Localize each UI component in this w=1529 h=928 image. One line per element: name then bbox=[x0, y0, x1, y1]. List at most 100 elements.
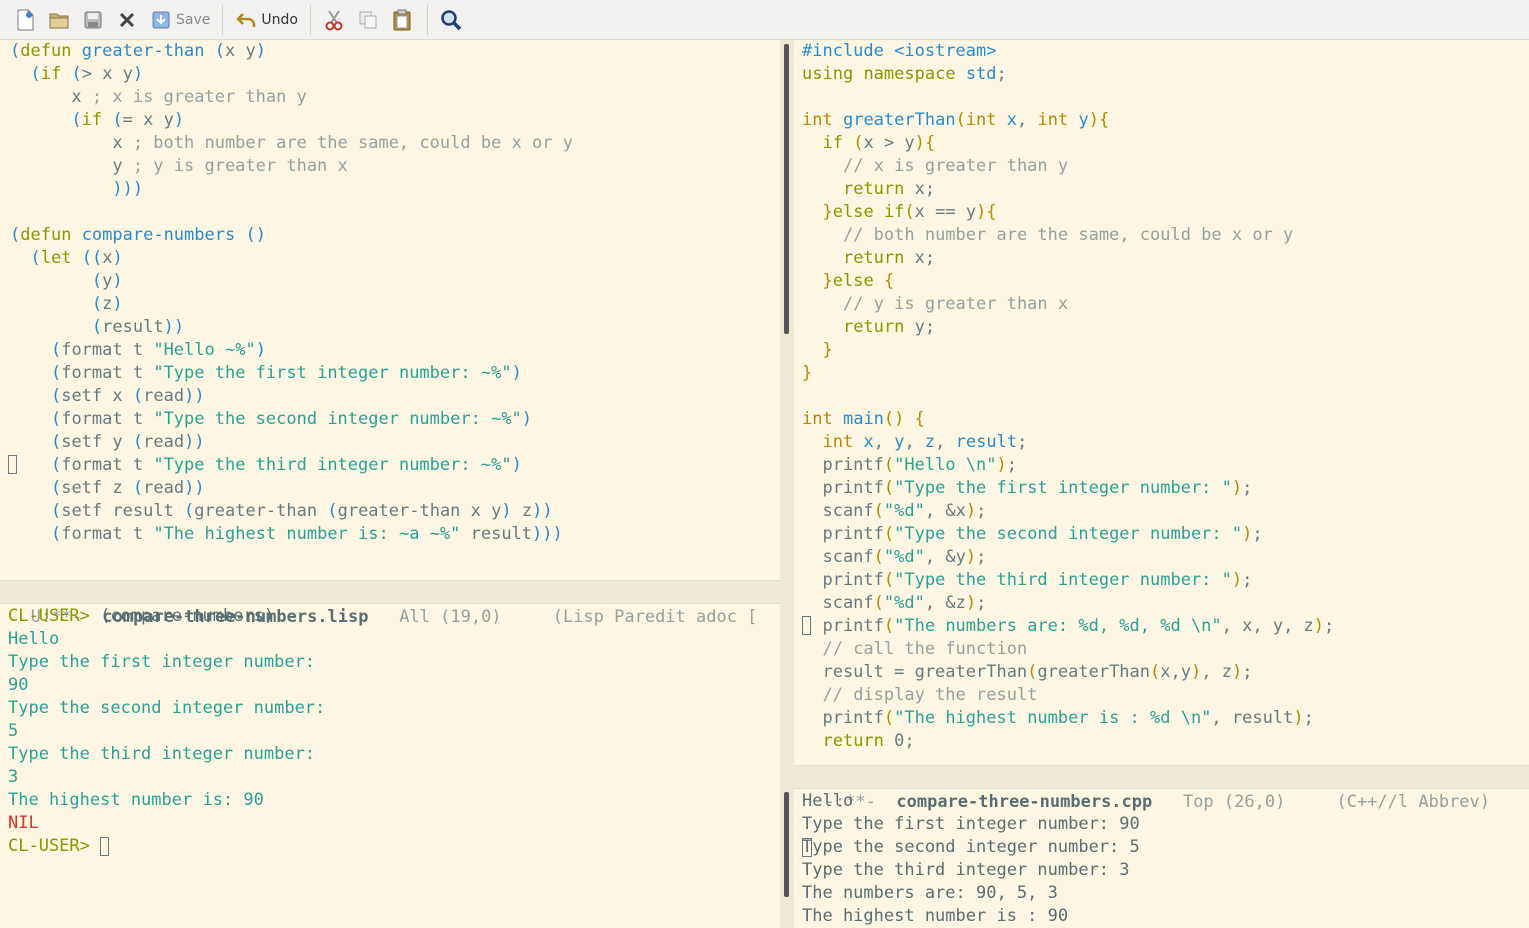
lisp-code-line: (setf y (read)) bbox=[50, 432, 205, 452]
cursor-marker bbox=[802, 838, 812, 857]
program-output-line: Type the first integer number: 90 bbox=[802, 814, 1140, 834]
lisp-code-line: (setf result (greater-than (greater-than… bbox=[50, 501, 553, 521]
cpp-code-line: }else if(x == y){ bbox=[822, 202, 997, 222]
cpp-editor-pane[interactable]: #include <iostream> using namespace std; i… bbox=[794, 40, 1529, 765]
lisp-scrollbar-thumb[interactable] bbox=[784, 44, 789, 334]
new-file-button[interactable] bbox=[12, 4, 38, 36]
cpp-code-line: printf("Type the first integer number: "… bbox=[802, 478, 1253, 498]
repl-command-line: CL-USER> (compare-numbers) bbox=[8, 605, 325, 628]
save-label: Save bbox=[176, 11, 211, 28]
lisp-code-line: (if (= x y) bbox=[71, 110, 185, 130]
lisp-code-line: (setf z (read)) bbox=[50, 478, 205, 498]
cpp-code-line: printf("The highest number is : %d \n", … bbox=[802, 708, 1314, 728]
lisp-code-line: (defun greater-than (x y) bbox=[10, 41, 266, 61]
paste-button[interactable] bbox=[389, 4, 415, 36]
lisp-code: (defun greater-than (x y) (if (> x y) x … bbox=[10, 40, 573, 546]
lisp-code-line: (defun compare-numbers () bbox=[10, 225, 266, 245]
cpp-code-line: }else { bbox=[822, 271, 895, 291]
lisp-code-line: ))) bbox=[112, 179, 144, 199]
repl-output-line: Type the second integer number: bbox=[8, 698, 326, 718]
toolbar: Save Undo bbox=[0, 0, 1529, 40]
cpp-mode-line: -:**- compare-three-numbers.cpp Top (26,… bbox=[794, 765, 1529, 812]
lisp-code-line bbox=[10, 201, 573, 224]
cpp-code-line: // display the result bbox=[822, 685, 1038, 705]
folder-icon bbox=[46, 7, 72, 33]
repl-content: CL-USER> (compare-numbers) Hello Type the… bbox=[8, 605, 325, 858]
search-icon bbox=[438, 7, 464, 33]
undo-button[interactable]: Undo bbox=[233, 4, 298, 36]
repl-output-line: Hello bbox=[8, 629, 60, 649]
cpp-code-line: using namespace std; bbox=[802, 64, 1007, 84]
lisp-editor-pane[interactable]: (defun greater-than (x y) (if (> x y) x … bbox=[0, 40, 778, 578]
cpp-code-line: scanf("%d", &z); bbox=[802, 593, 987, 613]
repl-prompt: CL-USER> bbox=[8, 606, 90, 626]
lisp-code-line: (if (> x y) bbox=[30, 64, 144, 84]
lisp-code-line: (z) bbox=[91, 294, 123, 314]
lisp-code-line: (setf x (read)) bbox=[50, 386, 205, 406]
lisp-code-line: x ; x is greater than y bbox=[10, 87, 307, 107]
repl-output-line: The highest number is: 90 bbox=[8, 790, 264, 810]
cpp-code-line: printf("Type the third integer number: "… bbox=[802, 570, 1253, 590]
cpp-code-line: // call the function bbox=[822, 639, 1028, 659]
cut-button[interactable] bbox=[321, 4, 347, 36]
repl-input-line[interactable]: CL-USER> bbox=[8, 835, 325, 858]
text-cursor bbox=[100, 836, 110, 856]
undo-label: Undo bbox=[261, 11, 298, 28]
repl-output-line: 5 bbox=[8, 721, 19, 741]
repl-output: Hello Type the first integer number: 90 Typ… bbox=[8, 628, 325, 812]
save-button[interactable]: Save bbox=[148, 4, 210, 36]
lisp-code-line: (format t "Type the second integer numbe… bbox=[50, 409, 533, 429]
lisp-code-line: (format t "Type the first integer number… bbox=[50, 363, 522, 383]
cpp-code-line: int x, y, z, result; bbox=[822, 432, 1028, 452]
repl-output-line: 3 bbox=[8, 767, 19, 787]
search-button[interactable] bbox=[438, 4, 464, 36]
lisp-code-line: (result)) bbox=[91, 317, 185, 337]
toolbar-separator bbox=[426, 4, 428, 35]
program-output-pane[interactable]: Hello Type the first integer number: 90 Ty… bbox=[794, 789, 1529, 928]
cpp-code-line: int main() { bbox=[802, 409, 925, 429]
lisp-code-line: (format t "The highest number is: ~a ~%"… bbox=[50, 524, 563, 544]
repl-pane[interactable]: CL-USER> (compare-numbers) Hello Type the… bbox=[0, 604, 778, 928]
lisp-code-line: y ; y is greater than x bbox=[10, 156, 348, 176]
cpp-code-line: } bbox=[822, 340, 833, 360]
repl-output-line: 90 bbox=[8, 675, 29, 695]
copy-button[interactable] bbox=[355, 4, 381, 36]
cpp-code-line bbox=[802, 385, 1334, 408]
cpp-code-line: } bbox=[802, 363, 813, 383]
cpp-code-line: if (x > y){ bbox=[822, 133, 936, 153]
cpp-code-line: scanf("%d", &y); bbox=[802, 547, 987, 567]
program-output-line: The numbers are: 90, 5, 3 bbox=[802, 883, 1058, 903]
program-output-line: Type the third integer number: 3 bbox=[802, 860, 1130, 880]
cpp-code-line: // y is greater than x bbox=[842, 294, 1069, 314]
cpp-code-line: scanf("%d", &x); bbox=[802, 501, 987, 521]
cpp-code-line: printf("Hello \n"); bbox=[802, 455, 1017, 475]
new-file-icon bbox=[12, 7, 38, 33]
cpp-code: #include <iostream> using namespace std; i… bbox=[802, 40, 1334, 753]
cpp-code-line: int greaterThan(int x, int y){ bbox=[802, 110, 1110, 130]
lisp-mode-line: U:**- compare-three-numbers.lisp All (19… bbox=[0, 580, 790, 627]
cpp-code-line: printf("The numbers are: %d, %d, %d \n",… bbox=[802, 616, 1335, 636]
cpp-code-line: return y; bbox=[842, 317, 936, 337]
cpp-code-line: return x; bbox=[842, 179, 936, 199]
repl-output-line: Type the third integer number: bbox=[8, 744, 316, 764]
open-file-button[interactable] bbox=[46, 4, 72, 36]
lisp-code-line: (y) bbox=[91, 271, 123, 291]
cpp-code-line: return 0; bbox=[822, 731, 915, 751]
close-icon bbox=[114, 7, 140, 33]
paste-icon bbox=[389, 7, 415, 33]
repl-result: NIL bbox=[8, 813, 39, 833]
copy-icon bbox=[355, 7, 381, 33]
lisp-code-line: (format t "Hello ~%") bbox=[50, 340, 266, 360]
output-scrollbar-thumb[interactable] bbox=[784, 792, 789, 897]
save-icon bbox=[148, 7, 174, 33]
toolbar-separator bbox=[309, 4, 311, 35]
cpp-code-line: result = greaterThan(greaterThan(x,y), z… bbox=[802, 662, 1253, 682]
program-output-line: Type the second integer number: 5 bbox=[802, 837, 1140, 857]
lisp-code-line: x ; both number are the same, could be x… bbox=[10, 133, 573, 153]
save-disk-button[interactable] bbox=[80, 4, 106, 36]
close-button[interactable] bbox=[114, 4, 140, 36]
cpp-code-line: printf("Type the second integer number: … bbox=[802, 524, 1263, 544]
program-output: Hello Type the first integer number: 90 Ty… bbox=[802, 790, 1140, 928]
lisp-code-line: (let ((x) bbox=[30, 248, 123, 268]
disk-icon bbox=[80, 7, 106, 33]
